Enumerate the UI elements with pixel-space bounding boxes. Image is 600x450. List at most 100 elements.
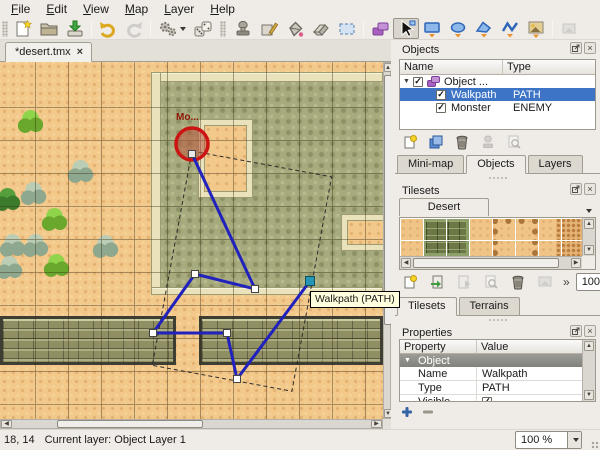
commands-dropdown-arrow[interactable] — [180, 27, 186, 31]
tab-mini-map[interactable]: Mini-map — [397, 155, 464, 173]
menu-view[interactable]: View — [76, 1, 116, 17]
insert-polygon-button[interactable] — [471, 18, 497, 39]
tileset-zoom-combo[interactable]: 100 % — [576, 273, 600, 291]
menu-map[interactable]: Map — [118, 1, 155, 17]
close-panel-button[interactable]: × — [584, 42, 596, 54]
menu-file[interactable]: File — [4, 1, 37, 17]
raise-object-button[interactable] — [477, 133, 498, 151]
tileset-h-scrollbar[interactable]: ◀ ▶ — [400, 256, 582, 269]
expander-icon[interactable]: ▼ — [404, 357, 414, 364]
insert-polyline-button[interactable] — [497, 18, 523, 39]
float-panel-button[interactable] — [570, 325, 582, 337]
toolbar-drag-handle[interactable] — [220, 21, 226, 37]
select-objects-button[interactable] — [393, 18, 419, 39]
walkpath-polyline[interactable] — [153, 154, 310, 379]
combo-dropdown-button[interactable] — [567, 432, 581, 448]
map-zoom-combo[interactable]: 100 % — [515, 431, 582, 449]
insert-rectangle-button[interactable] — [419, 18, 445, 39]
layer-visible-checkbox[interactable]: ✓ — [413, 77, 423, 87]
new-layer-button[interactable] — [367, 18, 393, 39]
duplicate-object-button[interactable] — [425, 133, 446, 151]
tab-desert-tmx[interactable]: *desert.tmx × — [5, 42, 92, 62]
scroll-up-icon[interactable]: ▲ — [584, 341, 594, 351]
tileset-properties-button[interactable] — [480, 273, 501, 291]
property-row-type[interactable]: Type PATH — [400, 381, 582, 395]
object-properties-button[interactable] — [503, 133, 524, 151]
tab-desert-tileset[interactable]: Desert — [399, 198, 489, 216]
property-row-visible[interactable]: Visible ✓ — [400, 395, 582, 402]
commands-button[interactable] — [154, 18, 190, 39]
tileset-dropdown-icon[interactable] — [586, 209, 592, 213]
h-scroll-thumb[interactable] — [57, 420, 203, 428]
delete-object-button[interactable] — [451, 133, 472, 151]
scroll-right-icon[interactable]: ▶ — [371, 420, 382, 428]
insert-tile-object-button[interactable] — [523, 18, 549, 39]
scroll-right-icon[interactable]: ▶ — [571, 258, 581, 268]
toolbar-overflow-chevron[interactable]: » — [563, 275, 570, 289]
object-visible-checkbox[interactable]: ✓ — [436, 90, 446, 100]
scroll-left-icon[interactable]: ◀ — [401, 258, 411, 268]
remove-property-button[interactable] — [420, 405, 435, 418]
tab-objects[interactable]: Objects — [466, 155, 525, 174]
object-layer-row[interactable]: ▼ ✓ Object ... — [400, 75, 595, 88]
map-canvas[interactable]: Mo... — [0, 62, 383, 419]
tab-layers[interactable]: Layers — [528, 155, 583, 173]
remove-tileset-button[interactable] — [507, 273, 528, 291]
walkpath-row[interactable]: ✓ Walkpath PATH — [400, 88, 595, 101]
tab-terrains[interactable]: Terrains — [459, 297, 520, 315]
add-property-button[interactable] — [399, 405, 414, 418]
stamp-brush-button[interactable] — [230, 18, 256, 39]
terrain-brush-button[interactable] — [256, 18, 282, 39]
close-panel-button[interactable]: × — [584, 183, 596, 195]
object-visible-checkbox[interactable]: ✓ — [436, 103, 446, 113]
column-value[interactable]: Value — [477, 340, 582, 354]
save-button[interactable] — [62, 18, 88, 39]
column-type[interactable]: Type — [503, 60, 595, 75]
disabled-tool-button[interactable] — [556, 18, 582, 39]
rect-select-button[interactable] — [334, 18, 360, 39]
property-value[interactable]: ✓ — [477, 395, 582, 402]
menu-layer[interactable]: Layer — [157, 1, 201, 17]
panel-resize-handle[interactable] — [395, 177, 600, 181]
toolbar-drag-handle[interactable] — [2, 21, 8, 37]
tileset-v-scrollbar[interactable]: ▲ ▼ — [582, 218, 595, 256]
hovered-handle[interactable] — [306, 277, 315, 286]
property-value[interactable]: PATH — [477, 381, 582, 394]
properties-scrollbar[interactable]: ▲ ▼ — [582, 340, 595, 401]
visible-checkbox[interactable]: ✓ — [482, 397, 492, 403]
property-value[interactable]: Walkpath — [477, 367, 582, 380]
tab-close-icon[interactable]: × — [77, 48, 83, 57]
close-panel-button[interactable]: × — [584, 325, 596, 337]
open-button[interactable] — [36, 18, 62, 39]
scroll-left-icon[interactable]: ◀ — [1, 420, 12, 428]
float-panel-button[interactable] — [570, 42, 582, 54]
insert-ellipse-button[interactable] — [445, 18, 471, 39]
tab-tilesets[interactable]: Tilesets — [397, 297, 457, 316]
polyline-handles[interactable] — [150, 151, 315, 383]
undo-button[interactable] — [95, 18, 121, 39]
edit-terrain-button[interactable] — [534, 273, 555, 291]
random-mode-button[interactable] — [190, 18, 216, 39]
scroll-up-icon[interactable]: ▲ — [584, 219, 594, 229]
import-tileset-button[interactable] — [426, 273, 447, 291]
float-panel-button[interactable] — [570, 183, 582, 195]
tileset-tiles[interactable] — [400, 218, 582, 256]
property-row-name[interactable]: Name Walkpath — [400, 367, 582, 381]
menu-help[interactable]: Help — [203, 1, 242, 17]
column-property[interactable]: Property — [400, 340, 477, 354]
export-tileset-button[interactable] — [453, 273, 474, 291]
panel-resize-handle[interactable] — [395, 319, 600, 323]
map-vertical-scrollbar[interactable]: ▲ ▼ — [383, 62, 391, 419]
redo-button[interactable] — [121, 18, 147, 39]
bucket-fill-button[interactable] — [282, 18, 308, 39]
object-group-row[interactable]: ▼ Object — [400, 354, 582, 367]
resize-grip[interactable] — [591, 441, 599, 449]
new-map-button[interactable] — [10, 18, 36, 39]
eraser-button[interactable] — [308, 18, 334, 39]
scroll-down-icon[interactable]: ▼ — [584, 390, 594, 400]
column-name[interactable]: Name — [400, 60, 503, 75]
scroll-down-icon[interactable]: ▼ — [584, 245, 594, 255]
map-horizontal-scrollbar[interactable]: ◀ ▶ — [0, 419, 383, 429]
new-object-button[interactable] — [399, 133, 420, 151]
h-scroll-thumb[interactable] — [413, 258, 559, 268]
